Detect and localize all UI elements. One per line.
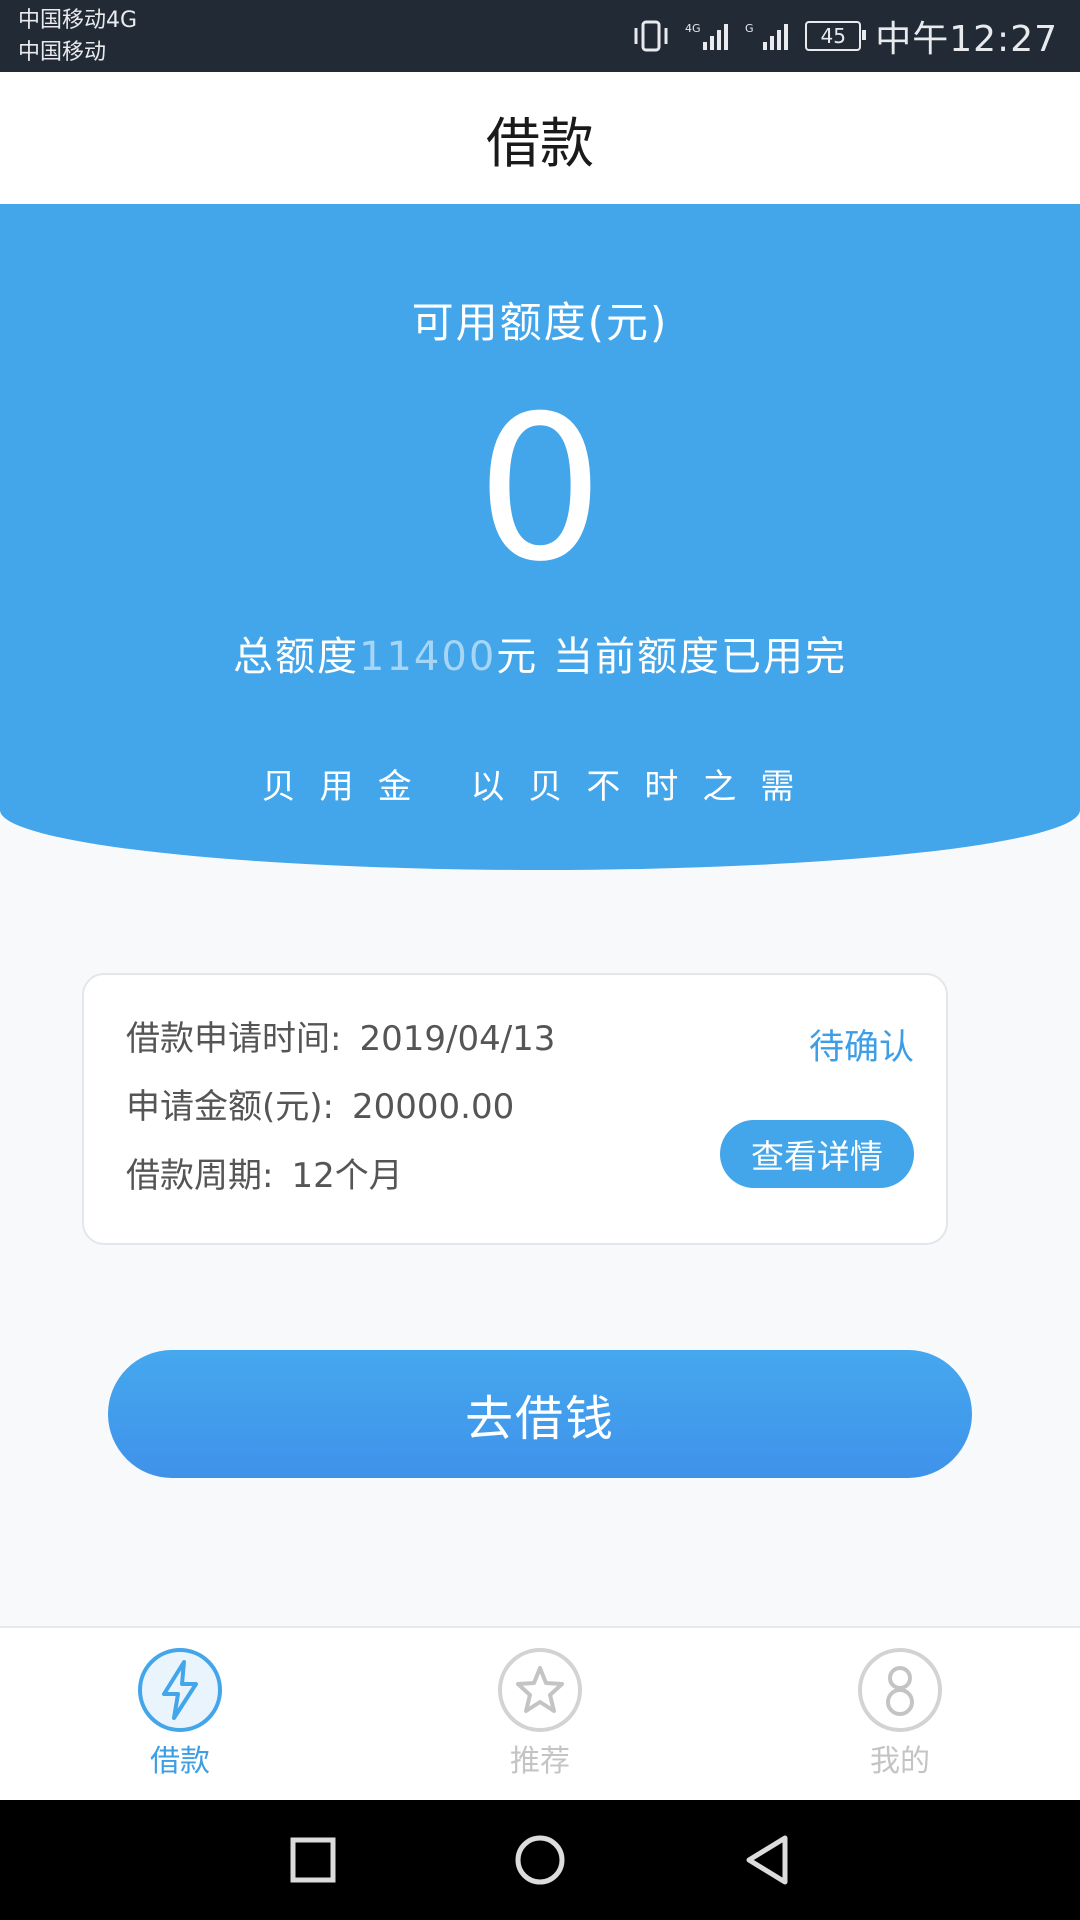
signal-4g-icon: 4G xyxy=(685,20,731,52)
loan-term-label: 借款周期: xyxy=(126,1156,274,1196)
loan-time-row: 借款申请时间: 2019/04/13 xyxy=(126,1011,555,1060)
borrow-button[interactable]: 去借钱 xyxy=(108,1350,972,1478)
recent-apps-icon[interactable] xyxy=(285,1832,341,1888)
loan-term-value: 12个月 xyxy=(291,1156,403,1196)
loan-record-card: 借款申请时间: 2019/04/13 申请金额(元): 20000.00 借款周期:… xyxy=(82,973,948,1245)
brand-slogan: 贝用金 以贝不时之需 xyxy=(261,767,819,807)
vibrate-icon xyxy=(631,18,671,54)
tab-loan-label: 借款 xyxy=(150,1744,210,1779)
view-details-button[interactable]: 查看详情 xyxy=(720,1120,914,1188)
lightning-icon xyxy=(138,1648,222,1732)
bottom-tab-bar: 借款 推荐 我的 xyxy=(0,1626,1080,1800)
battery-icon: 45 xyxy=(805,21,867,51)
credit-status-text: 元 当前额度已用完 xyxy=(496,634,847,680)
loan-amount-row: 申请金额(元): 20000.00 xyxy=(126,1079,514,1128)
total-credit-prefix: 总额度 xyxy=(233,634,360,680)
carrier-secondary: 中国移动 xyxy=(18,40,107,65)
tab-recommend-label: 推荐 xyxy=(510,1744,570,1779)
loan-term-row: 借款周期: 12个月 xyxy=(126,1148,403,1197)
tab-profile-label: 我的 xyxy=(870,1744,930,1779)
loan-amount-label: 申请金额(元): xyxy=(126,1087,334,1127)
carrier-primary: 中国移动4G xyxy=(18,8,138,33)
loan-time-label: 借款申请时间: xyxy=(126,1019,342,1059)
back-icon[interactable] xyxy=(739,1832,795,1888)
home-icon[interactable] xyxy=(512,1832,568,1888)
available-credit-label: 可用额度(元) xyxy=(411,298,669,347)
total-credit-amount: 11400 xyxy=(359,634,497,680)
credit-summary-line: 总额度11400元 当前额度已用完 xyxy=(0,624,1080,682)
available-credit-value: 0 xyxy=(476,373,604,606)
signal-g-icon: G xyxy=(745,20,791,52)
tab-loan[interactable]: 借款 xyxy=(80,1646,280,1780)
svg-text:G: G xyxy=(745,22,754,35)
profile-icon xyxy=(858,1648,942,1732)
star-icon xyxy=(498,1648,582,1732)
loan-status-badge: 待确认 xyxy=(808,1028,914,1068)
credit-summary-card: 可用额度(元) 0 总额度11400元 当前额度已用完 贝用金 以贝不时之需 xyxy=(0,204,1080,870)
battery-level: 45 xyxy=(820,24,846,48)
status-clock: 中午12:27 xyxy=(875,19,1058,60)
loan-amount-value: 20000.00 xyxy=(351,1087,515,1127)
svg-text:4G: 4G xyxy=(685,22,701,35)
status-bar: 中国移动4G 中国移动 4G G 45 中午12:27 xyxy=(0,0,1080,72)
tab-recommend[interactable]: 推荐 xyxy=(440,1646,640,1780)
loan-time-value: 2019/04/13 xyxy=(359,1019,556,1059)
page-title: 借款 xyxy=(0,72,1080,204)
tab-profile[interactable]: 我的 xyxy=(800,1646,1000,1780)
system-navigation-bar xyxy=(0,1800,1080,1920)
